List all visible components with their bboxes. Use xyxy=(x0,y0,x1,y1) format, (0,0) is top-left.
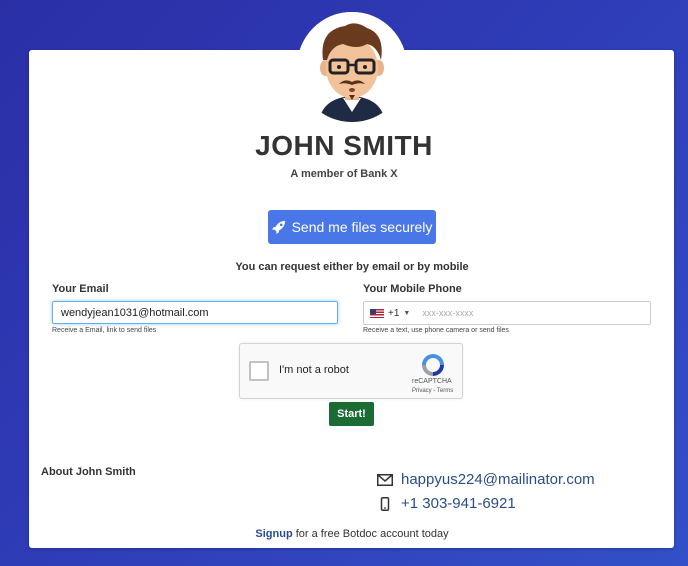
signup-text: for a free Botdoc account today xyxy=(292,528,449,540)
send-files-button[interactable]: Send me files securely xyxy=(268,210,436,244)
recaptcha-brand: reCAPTCHA xyxy=(412,378,452,385)
profile-subtitle: A member of Bank X xyxy=(290,168,398,180)
contact-email-text: happyus224@mailinator.com xyxy=(401,471,595,488)
contact-phone[interactable]: +1 303-941-6921 xyxy=(377,495,516,512)
recaptcha-widget: I'm not a robot reCAPTCHA Privacy - Term… xyxy=(239,343,463,399)
recaptcha-checkbox[interactable] xyxy=(249,361,269,381)
avatar-illustration xyxy=(297,12,407,122)
email-label: Your Email xyxy=(52,283,109,295)
envelope-icon xyxy=(377,473,393,486)
mobile-phone-icon xyxy=(380,496,390,511)
chevron-down-icon: ▼ xyxy=(403,309,411,317)
email-help: Receive a Email, link to send files xyxy=(52,327,157,334)
us-flag-icon xyxy=(370,308,384,318)
recaptcha-links[interactable]: Privacy - Terms xyxy=(412,388,453,394)
signup-footer: Signup for a free Botdoc account today xyxy=(0,528,688,540)
about-heading: About John Smith xyxy=(41,466,136,478)
recaptcha-logo-icon xyxy=(422,354,444,376)
contact-phone-text: +1 303-941-6921 xyxy=(401,495,516,512)
send-files-label: Send me files securely xyxy=(291,219,433,235)
profile-name: JOHN SMITH xyxy=(255,130,433,161)
phone-label: Your Mobile Phone xyxy=(363,283,462,295)
start-button[interactable]: Start! xyxy=(329,402,374,426)
phone-input-group: +1 ▼ xxx-xxx-xxxx xyxy=(363,301,651,325)
country-code: +1 xyxy=(388,307,400,319)
country-code-select[interactable]: +1 ▼ xyxy=(364,308,416,319)
phone-help: Receive a text, use phone camera or send… xyxy=(363,327,509,334)
phone-input[interactable]: xxx-xxx-xxxx xyxy=(416,308,473,318)
avatar xyxy=(297,12,407,122)
contact-email[interactable]: happyus224@mailinator.com xyxy=(377,471,595,488)
request-note: You can request either by email or by mo… xyxy=(235,261,469,273)
rocket-icon xyxy=(271,220,285,234)
signup-link[interactable]: Signup xyxy=(255,528,292,540)
email-input[interactable]: wendyjean1031@hotmail.com xyxy=(52,301,338,324)
recaptcha-label: I'm not a robot xyxy=(279,364,349,376)
